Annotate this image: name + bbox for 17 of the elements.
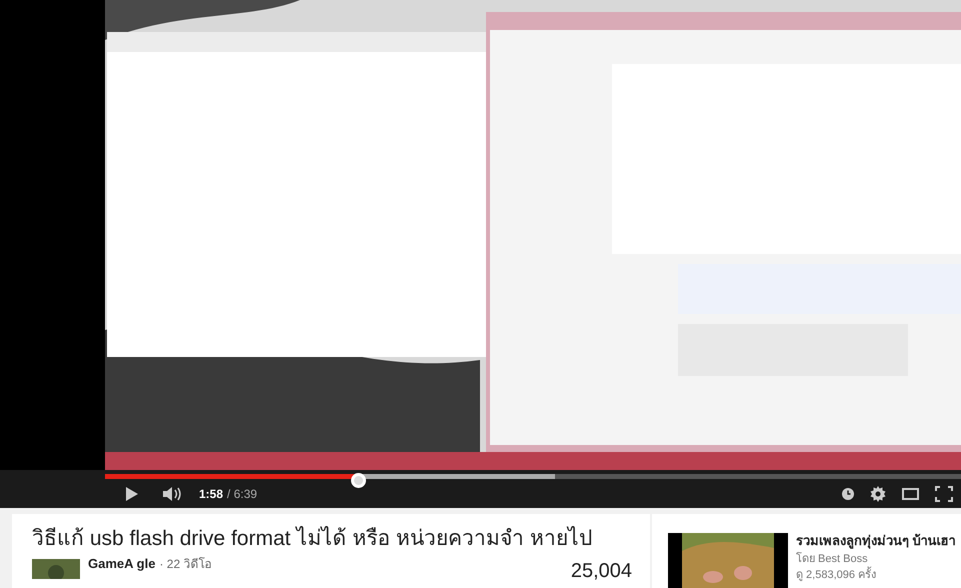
related-views: ดู 2,583,096 ครั้ง	[796, 567, 956, 584]
settings-icon[interactable]	[870, 486, 886, 502]
duration: / 6:39	[227, 486, 258, 502]
related-video-title[interactable]: รวมเพลงลูกทุ่งม่วนๆ บ้านเฮา	[796, 531, 956, 550]
progress-handle[interactable]	[351, 473, 366, 488]
video-count: · 22 วิดีโอ	[159, 558, 212, 572]
fullscreen-icon[interactable]	[935, 486, 953, 502]
video-title: วิธีแก้ usb flash drive format ไม่ได้ หรือ หน่วยความจำ หายไป	[32, 527, 593, 550]
play-button[interactable]	[125, 486, 139, 500]
view-count: 25,004	[570, 561, 632, 582]
channel-name[interactable]: GameA gle	[88, 557, 156, 572]
volume-button[interactable]	[163, 486, 183, 500]
theater-mode-icon[interactable]	[902, 488, 919, 500]
clock-icon[interactable]	[842, 488, 854, 500]
current-time: 1:58	[199, 486, 224, 502]
related-channel: โดย Best Boss	[796, 551, 869, 566]
channel-avatar	[32, 559, 80, 580]
